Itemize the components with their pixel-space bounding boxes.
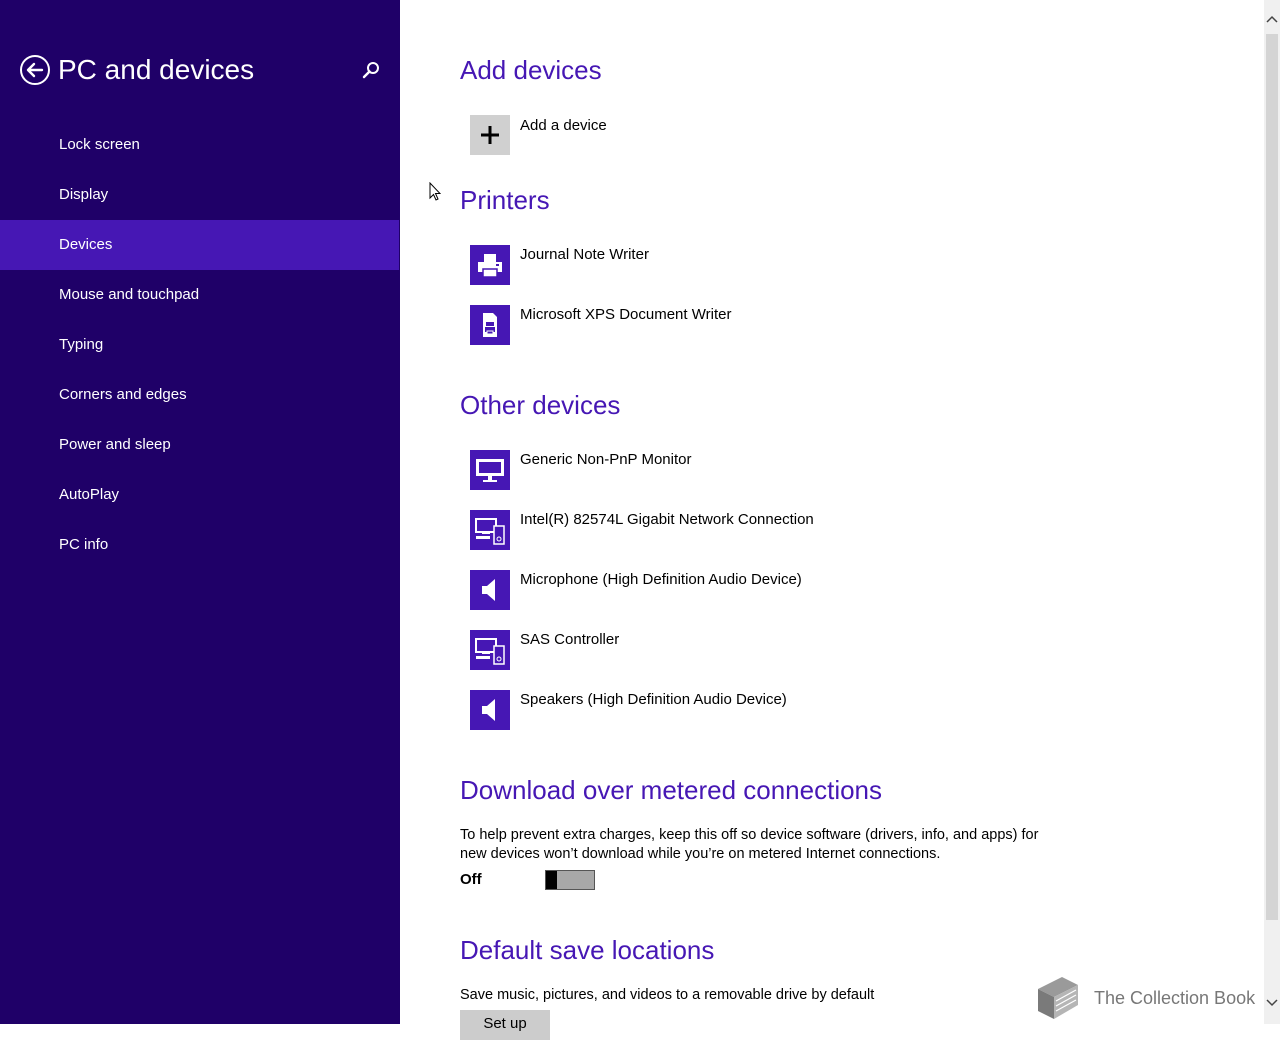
section-title-metered: Download over metered connections (460, 775, 883, 805)
save-locations-description: Save music, pictures, and videos to a re… (460, 987, 875, 1003)
printer-icon (478, 254, 502, 278)
search-button[interactable] (360, 59, 382, 81)
page-title: PC and devices (58, 54, 255, 85)
add-device-label: Add a device (520, 117, 607, 134)
device-item-monitor[interactable]: Generic Non-PnP Monitor (470, 450, 1170, 490)
device-label: Journal Note Writer (520, 246, 649, 263)
monitor-icon (476, 459, 504, 482)
device-tile (470, 630, 510, 670)
device-item-microphone[interactable]: Microphone (High Definition Audio Device… (470, 570, 1170, 610)
mouse-cursor-icon (429, 182, 441, 202)
add-device-button[interactable]: Add a device (470, 115, 1170, 155)
section-title-printers: Printers (460, 185, 550, 215)
setup-button[interactable]: Set up (460, 1010, 550, 1040)
speaker-icon (482, 699, 495, 721)
section-title-add-devices: Add devices (460, 55, 602, 85)
device-item-speakers[interactable]: Speakers (High Definition Audio Device) (470, 690, 1170, 730)
back-arrow-icon (20, 55, 50, 85)
speaker-icon (482, 579, 495, 601)
device-item-xps-document-writer[interactable]: Microsoft XPS Document Writer (470, 305, 1170, 345)
section-title-save-locations: Default save locations (460, 935, 715, 965)
scroll-up-icon[interactable] (1264, 12, 1280, 28)
section-title-other-devices: Other devices (460, 390, 621, 420)
devices-icon (475, 638, 505, 665)
main-content: Add devices Add a device Printers Journa… (400, 0, 1264, 1040)
device-item-journal-note-writer[interactable]: Journal Note Writer (470, 245, 1170, 285)
sidebar-item-devices[interactable]: Devices (0, 220, 399, 270)
sidebar-item-corners-and-edges[interactable]: Corners and edges (0, 370, 399, 420)
search-icon (362, 62, 379, 79)
device-label: Microphone (High Definition Audio Device… (520, 571, 802, 588)
document-printer-icon (483, 313, 497, 337)
book-icon (1038, 977, 1078, 1019)
device-label: Speakers (High Definition Audio Device) (520, 691, 787, 708)
device-item-sas-controller[interactable]: SAS Controller (470, 630, 1170, 670)
device-label: Generic Non-PnP Monitor (520, 451, 692, 468)
device-tile (470, 510, 510, 550)
device-label: SAS Controller (520, 631, 620, 648)
sidebar: PC and devices Lock screen Display Devic… (0, 0, 400, 1024)
watermark-text: The Collection Book (1094, 988, 1256, 1008)
device-tile (470, 245, 510, 285)
device-tile (470, 305, 510, 345)
plus-icon (481, 126, 499, 144)
add-device-tile (470, 115, 510, 155)
back-button[interactable] (19, 54, 51, 86)
sidebar-item-autoplay[interactable]: AutoPlay (0, 470, 399, 520)
metered-description: To help prevent extra charges, keep this… (460, 827, 1039, 862)
device-label: Intel(R) 82574L Gigabit Network Connecti… (520, 511, 814, 528)
toggle-thumb (546, 871, 557, 889)
sidebar-item-power-and-sleep[interactable]: Power and sleep (0, 420, 399, 470)
watermark: The Collection Book (1028, 975, 1268, 1023)
sidebar-item-lock-screen[interactable]: Lock screen (0, 120, 399, 170)
device-label: Microsoft XPS Document Writer (520, 306, 732, 323)
device-tile (470, 450, 510, 490)
devices-icon (475, 518, 505, 545)
sidebar-item-typing[interactable]: Typing (0, 320, 399, 370)
vertical-scrollbar[interactable] (1264, 0, 1280, 1024)
metered-toggle[interactable] (545, 870, 595, 890)
sidebar-nav: Lock screen Display Devices Mouse and to… (0, 120, 399, 570)
sidebar-item-mouse-and-touchpad[interactable]: Mouse and touchpad (0, 270, 399, 320)
device-tile (470, 570, 510, 610)
device-tile (470, 690, 510, 730)
scroll-thumb[interactable] (1266, 34, 1278, 920)
toggle-state-label: Off (460, 871, 482, 888)
sidebar-item-pc-info[interactable]: PC info (0, 520, 399, 570)
device-item-network-connection[interactable]: Intel(R) 82574L Gigabit Network Connecti… (470, 510, 1170, 550)
sidebar-item-display[interactable]: Display (0, 170, 399, 220)
